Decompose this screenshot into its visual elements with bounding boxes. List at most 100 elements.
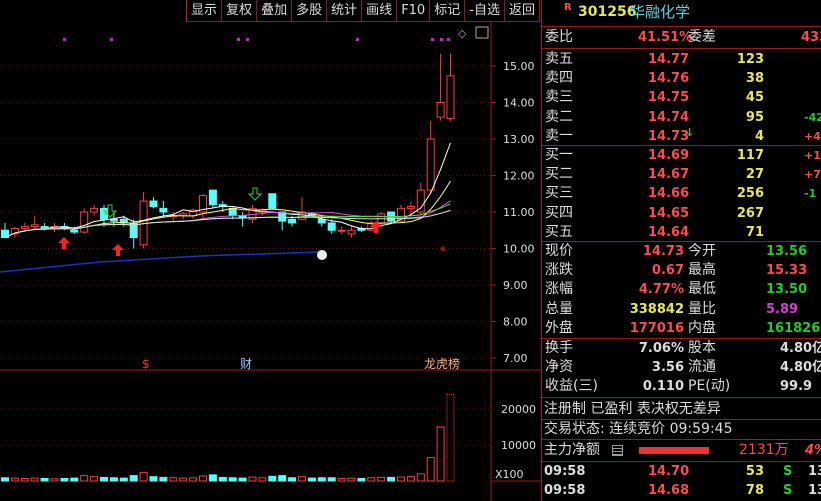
fund-label: 净资	[545, 359, 573, 376]
signal-dot	[63, 38, 66, 41]
fund-label: 流通	[688, 359, 716, 376]
quote-value: 4.77%	[638, 282, 684, 298]
volume-bar	[119, 477, 128, 482]
marker-dot	[440, 246, 446, 252]
level-volume: 45	[745, 90, 764, 106]
level-volume: 123	[736, 52, 764, 67]
quote-label: 最高	[688, 262, 716, 279]
volume-bar	[258, 477, 267, 482]
level-price: 14.65	[648, 205, 690, 221]
volume-bar	[228, 477, 237, 482]
volume-bar	[367, 477, 376, 482]
toolbar-button-5[interactable]: 画线	[362, 0, 398, 21]
volume-bar	[149, 476, 158, 482]
volume-bar	[387, 476, 396, 482]
toolbar-button-8[interactable]: -自选	[465, 0, 505, 21]
ma250-line	[0, 251, 321, 273]
candle-body	[406, 206, 415, 209]
volume-bar	[357, 477, 366, 482]
fund-value: 99.9	[780, 379, 813, 395]
level-label: 卖五	[545, 51, 573, 67]
kline-chart[interactable]: 15.00 14.00 13.00 12.00 11.00 10.00 9.00 8.00 7.…	[0, 0, 541, 501]
candle-body	[90, 207, 99, 213]
volume-bar	[337, 477, 346, 482]
sell-row: 卖四 14.76 38	[542, 69, 821, 88]
sell-row: 卖一 14.73 4 +4	[542, 127, 821, 146]
quote-label: 现价	[545, 243, 573, 259]
quote-label: 内盘	[688, 319, 716, 336]
quote-row: 总量 338842 量比 5.89	[542, 300, 821, 319]
price-tick-label: 10.00	[503, 243, 535, 256]
candle-body	[80, 211, 89, 233]
candle-body	[228, 207, 237, 217]
toolbar-button-0[interactable]: 显示	[187, 0, 223, 21]
signal-dot	[431, 38, 434, 41]
buy-row: 买三 14.66 256 -1	[542, 184, 821, 203]
quote-panel: R 301256 华融化学 委比 41.51% 委差 433 卖五 14.77 …	[541, 0, 821, 501]
volume-bar	[406, 476, 415, 482]
main-flow-pct: 4%	[805, 443, 821, 458]
fund-label: PE(动)	[688, 378, 731, 395]
level-change: +1	[804, 149, 821, 162]
toolbar-button-2[interactable]: 叠加	[257, 0, 293, 21]
toolbar-button-9[interactable]: 返回	[505, 0, 541, 21]
fund-label: 收益(三)	[545, 378, 598, 395]
toolbar-button-1[interactable]: 复权	[222, 0, 258, 21]
fundamental-row: 换手 7.06% 股本 4.80亿	[542, 339, 821, 358]
volume-bar	[80, 475, 89, 482]
level-price: 14.75	[648, 90, 690, 106]
toolbar-button-4[interactable]: 统计	[327, 0, 363, 21]
tags-text: 注册制 已盈利 表决权无差异	[544, 401, 721, 417]
price-tick-label: 13.00	[503, 133, 535, 146]
level-label: 买二	[545, 166, 573, 183]
quote-row: 外盘 177016 内盘 161826	[542, 319, 821, 338]
level-label: 买五	[545, 223, 573, 240]
level-label: 卖三	[545, 89, 573, 106]
toolbar-button-6[interactable]: F10	[397, 0, 431, 21]
toolbar-button-3[interactable]: 多股	[292, 0, 328, 21]
toolbar-button-7[interactable]: 标记	[430, 0, 466, 21]
level-price: 14.73	[648, 128, 690, 144]
volume-bar	[307, 477, 316, 482]
volume-bar	[40, 477, 49, 482]
candle-body	[288, 218, 297, 224]
signal-dot	[356, 38, 359, 41]
signal-dot	[237, 38, 240, 41]
volume-bar	[248, 476, 257, 482]
level-volume: 71	[745, 224, 764, 240]
event-label: 龙虎榜	[424, 356, 460, 371]
candle-body	[20, 226, 29, 229]
stock-flag: R	[564, 2, 572, 13]
level-price: 14.69	[648, 148, 690, 163]
fund-value: 7.06%	[638, 341, 684, 356]
weibi-value: 41.51%	[638, 30, 693, 45]
list-icon[interactable]	[612, 445, 623, 456]
status-text: 交易状态: 连续竞价 09:59:45	[544, 421, 733, 437]
price-tick-label: 7.00	[503, 352, 528, 365]
volume-bar	[298, 476, 306, 482]
quote-value: 14.73	[642, 244, 684, 259]
stock-name: 华融化学	[630, 3, 691, 21]
volume-bar	[238, 477, 247, 482]
level-price: 14.67	[648, 167, 690, 183]
trade-extra: 13	[808, 464, 821, 479]
volume-bar	[199, 475, 207, 482]
quote-label: 外盘	[545, 319, 573, 336]
candle-body	[436, 102, 445, 118]
volume-bar	[218, 476, 227, 482]
level-volume: 38	[745, 71, 764, 87]
volume-tick-label: 10000	[501, 439, 536, 452]
volume-bar	[446, 394, 455, 482]
volume-bar	[278, 475, 287, 482]
volume-bar	[179, 477, 188, 482]
level-price: 14.77	[648, 52, 690, 67]
volume-bar	[436, 426, 445, 482]
level-volume: 256	[736, 186, 764, 202]
quote-label: 量比	[688, 300, 716, 317]
level-volume: 4	[754, 128, 764, 144]
level-volume: 267	[736, 205, 764, 221]
price-tick-label: 8.00	[503, 316, 528, 329]
candle-body	[208, 189, 217, 206]
down-arrow-icon: ↓	[685, 126, 695, 139]
volume-bar	[10, 477, 19, 482]
